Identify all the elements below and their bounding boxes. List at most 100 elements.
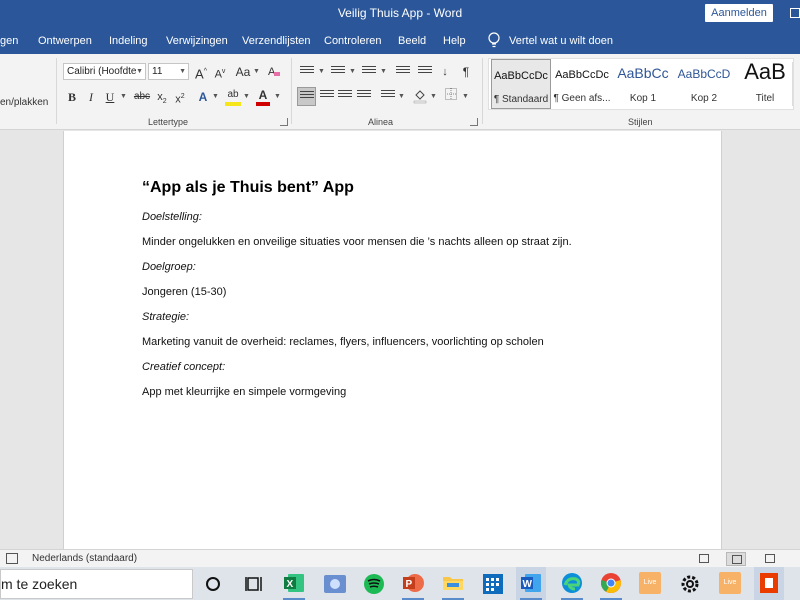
read-mode-icon [699,554,709,563]
live-label: Live [723,579,737,586]
chrome-icon [601,573,621,594]
tab-verwijzingen[interactable]: Verwijzingen [166,35,228,47]
office-taskbar-button[interactable] [754,567,784,600]
borders-button[interactable] [444,88,458,104]
group-separator [291,58,292,124]
doc-paragraph: App met kleurrijke en simpele vormgeving [142,386,347,398]
styles-group-label: Stijlen [628,117,653,127]
svg-text:X: X [287,579,294,590]
taskbar-search[interactable]: m te zoeken [0,569,193,599]
style-standaard[interactable]: AaBbCcDc ¶ Standaard [491,59,551,109]
multilevel-list-icon[interactable] [362,66,376,78]
cortana-icon[interactable] [200,571,226,597]
calendar-icon[interactable] [480,571,506,597]
tab-help[interactable]: Help [443,35,466,47]
word-taskbar-button[interactable]: W [516,567,546,600]
ribbon: en/plakken Calibri (Hoofdte ▼ 11 ▼ A^ Av… [0,54,800,130]
web-layout-button[interactable] [760,552,780,566]
italic-button[interactable]: I [84,89,98,105]
file-explorer-taskbar-button[interactable] [438,567,468,600]
settings-icon[interactable] [677,571,703,597]
superscript-button[interactable]: x2 [173,89,187,106]
live-icon[interactable]: Live [719,572,741,594]
ribbon-tabs: gen Ontwerpen Indeling Verwijzingen Verz… [0,28,800,54]
word-icon: W [521,574,541,592]
numbering-icon[interactable] [331,66,345,78]
align-left-button[interactable] [297,87,316,106]
app-icon[interactable] [322,571,348,597]
read-mode-button[interactable] [694,552,714,566]
chevron-down-icon: ▼ [462,93,469,100]
shrink-font-button[interactable]: Av [212,64,228,81]
style-name: Titel [755,93,775,104]
task-view-icon[interactable] [241,571,267,597]
change-case-icon: Aa [235,65,251,79]
shrink-font-icon: A [214,68,222,81]
bold-button[interactable]: B [65,89,79,105]
underline-button[interactable]: U [103,89,117,105]
lightbulb-icon [488,32,500,48]
increase-indent-icon[interactable] [418,66,432,78]
align-left-icon [300,91,314,103]
highlight-icon: ab [227,89,239,100]
font-color-swatch [256,102,270,106]
strikethrough-button[interactable]: abc [133,89,151,105]
sort-button[interactable]: ↓ [438,64,452,80]
print-layout-button[interactable] [726,552,746,566]
decrease-indent-icon[interactable] [396,66,410,78]
tab-controleren[interactable]: Controleren [324,35,381,47]
font-color-button[interactable]: A [256,87,270,106]
font-size-dropdown[interactable]: 11 ▼ [148,63,189,80]
font-dialog-launcher-icon[interactable] [280,118,288,126]
style-sample: AaBbCcDc [555,69,609,81]
tab-ontwerpen[interactable]: Ontwerpen [38,35,92,47]
style-name: Kop 2 [690,93,718,104]
bullets-icon[interactable] [300,66,314,78]
live-label: Live [643,579,657,586]
line-spacing-icon[interactable] [381,90,395,102]
language-indicator[interactable]: Nederlands (standaard) [32,553,137,564]
document-title: “App als je Thuis bent” App [142,179,354,196]
style-name: Kop 1 [629,93,657,104]
font-name-dropdown[interactable]: Calibri (Hoofdte ▼ [63,63,146,80]
grow-font-button[interactable]: A^ [193,64,209,81]
restore-icon[interactable] [790,8,800,18]
change-case-button[interactable]: Aa [233,64,253,80]
style-geen-afstand[interactable]: AaBbCcDc ¶ Geen afs... [552,59,612,109]
chevron-down-icon: ▼ [253,68,260,75]
powerpoint-taskbar-button[interactable]: P [398,567,428,600]
styles-scroll-control[interactable] [792,62,800,106]
highlight-button[interactable]: ab [225,87,241,106]
tab-start[interactable]: gen [0,35,18,47]
chevron-down-icon: ▼ [136,68,143,75]
excel-taskbar-button[interactable]: X [279,567,309,600]
align-center-icon[interactable] [320,90,334,102]
paragraph-dialog-launcher-icon[interactable] [470,118,478,126]
tab-beeld[interactable]: Beeld [398,35,426,47]
chevron-down-icon: ▼ [380,68,387,75]
chevron-down-icon: ▼ [349,68,356,75]
proofing-icon[interactable] [6,553,18,564]
style-kop-1[interactable]: AaBbCc Kop 1 [613,59,673,109]
chrome-taskbar-button[interactable] [596,567,626,600]
live-icon[interactable]: Live [639,572,661,594]
signin-button[interactable]: Aanmelden [705,4,773,22]
shading-button[interactable] [412,88,428,104]
align-right-icon[interactable] [338,90,352,102]
edge-taskbar-button[interactable] [557,567,587,600]
subscript-button[interactable]: x2 [155,89,169,105]
show-marks-button[interactable]: ¶ [459,64,473,80]
tab-indeling[interactable]: Indeling [109,35,148,47]
tell-me-search[interactable]: Vertel wat u wilt doen [487,32,613,49]
style-titel[interactable]: AaB Titel [735,59,795,109]
clear-formatting-button[interactable]: A [266,64,282,80]
spotify-icon[interactable] [361,571,387,597]
style-kop-2[interactable]: AaBbCcD Kop 2 [674,59,734,109]
tab-verzendlijsten[interactable]: Verzendlijsten [242,35,311,47]
document-page[interactable]: “App als je Thuis bent” App Doelstelling… [63,131,722,549]
text-effects-button[interactable]: A [196,89,210,105]
font-group-label: Lettertype [148,117,189,127]
window-title: Veilig Thuis App - Word [337,6,463,20]
justify-icon[interactable] [357,90,371,102]
highlight-color-swatch [225,102,241,106]
